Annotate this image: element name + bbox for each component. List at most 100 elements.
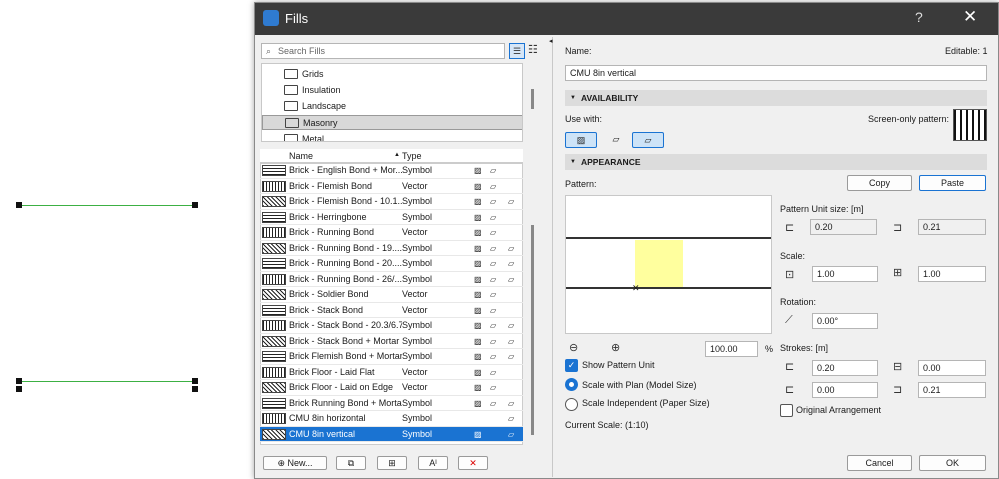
- append-icon[interactable]: ⊞: [377, 456, 407, 470]
- draft-icon: ▨: [474, 212, 482, 222]
- original-arrangement-label: Original Arrangement: [796, 405, 882, 415]
- draft-icon: ▨: [474, 274, 482, 284]
- scale-x-field[interactable]: 1.00: [812, 266, 878, 282]
- scale-indep-label: Scale Independent (Paper Size): [582, 398, 710, 408]
- original-arrangement-checkbox[interactable]: [780, 404, 793, 417]
- rotation-field[interactable]: 0.00°: [812, 313, 878, 329]
- fill-list-row[interactable]: Brick - Running Bond - 26/... Symbol ▨ ▱ ▱: [260, 272, 523, 287]
- list-view-icon[interactable]: ☷: [528, 43, 538, 56]
- unit-width-field[interactable]: 0.20: [810, 219, 877, 235]
- cut-icon: ▱: [490, 243, 497, 253]
- cover-icon: ▱: [508, 243, 515, 253]
- search-input[interactable]: ⌕ Search Fills: [261, 43, 505, 59]
- plan-line-top[interactable]: [19, 205, 195, 206]
- search-icon: ⌕: [266, 46, 272, 56]
- fill-list-row[interactable]: Brick - Soldier Bond Vector ▨ ▱: [260, 287, 523, 303]
- draft-icon: ▨: [474, 197, 482, 206]
- help-button[interactable]: ?: [915, 9, 923, 25]
- fill-list-row[interactable]: Brick - English Bond + Mor... Symbol ▨ ▱: [260, 163, 523, 179]
- plan-handle[interactable]: [192, 202, 198, 208]
- plan-handle[interactable]: [192, 378, 198, 384]
- tree-view-icon[interactable]: ☰: [509, 43, 525, 59]
- show-unit-checkbox[interactable]: ✓: [565, 359, 578, 372]
- zoom-field[interactable]: 100.00: [705, 341, 758, 357]
- col-type[interactable]: Type: [402, 151, 422, 161]
- stroke-3-icon: ⊏: [785, 384, 795, 396]
- plan-handle[interactable]: [16, 386, 22, 392]
- plan-handle[interactable]: [16, 202, 22, 208]
- fill-type: Vector: [402, 304, 428, 315]
- folder-scrollbar[interactable]: [531, 89, 534, 109]
- folder-item[interactable]: Grids: [262, 67, 522, 82]
- fill-list-row[interactable]: Brick - Running Bond Vector ▨ ▱: [260, 225, 523, 241]
- cancel-button[interactable]: Cancel: [847, 455, 912, 471]
- plan-line-bottom[interactable]: [19, 381, 195, 382]
- folder-item[interactable]: Insulation: [262, 83, 522, 98]
- scale-indep-radio[interactable]: [565, 398, 578, 411]
- plan-handle[interactable]: [192, 386, 198, 392]
- cut-fill-toggle[interactable]: ▱: [600, 132, 632, 148]
- delete-icon[interactable]: ✕: [458, 456, 488, 470]
- fill-list-row[interactable]: Brick - Running Bond - 20.... Symbol ▨ ▱ ▱: [260, 256, 523, 272]
- rename-icon[interactable]: Aᴵ: [418, 456, 448, 470]
- pattern-preview[interactable]: ✕: [565, 195, 772, 334]
- collapse-icon[interactable]: ◂: [549, 37, 553, 45]
- stroke-4-field[interactable]: 0.21: [918, 382, 986, 398]
- stroke-2-field[interactable]: 0.00: [918, 360, 986, 376]
- title-bar: Fills ? ✕: [255, 3, 998, 35]
- fill-name: Brick - Stack Bond + Mortar: [289, 335, 400, 346]
- draft-icon: ▨: [474, 352, 482, 361]
- fill-list-row[interactable]: CMU 8in horizontal Symbol ▱: [260, 411, 523, 427]
- fill-list-row[interactable]: Brick - Running Bond - 19.... Symbol ▨ ▱ ▱: [260, 241, 523, 256]
- draft-icon: ▨: [474, 383, 482, 392]
- availability-header[interactable]: AVAILABILITY: [565, 90, 987, 106]
- fill-list-row[interactable]: Brick - Herringbone Symbol ▨ ▱: [260, 210, 523, 225]
- close-button[interactable]: ✕: [963, 7, 977, 27]
- screen-only-pattern-icon[interactable]: [953, 109, 987, 141]
- fill-name: Brick Flemish Bond + Mortar: [289, 351, 402, 361]
- list-scrollbar[interactable]: [531, 225, 534, 435]
- fill-list-row[interactable]: Brick Flemish Bond + Mortar Symbol ▨ ▱ ▱: [260, 349, 523, 365]
- scale-plan-radio[interactable]: [565, 378, 578, 391]
- folder-item-selected[interactable]: Masonry: [262, 115, 522, 130]
- folder-item[interactable]: Landscape: [262, 99, 522, 114]
- fill-list-row[interactable]: Brick - Flemish Bond Vector ▨ ▱: [260, 179, 523, 194]
- fill-list-row[interactable]: Brick - Stack Bond - 20.3/6.76 Symbol ▨ ▱ ▱: [260, 318, 523, 334]
- draft-icon: ▨: [474, 243, 482, 253]
- cut-icon: ▱: [490, 290, 497, 299]
- duplicate-icon[interactable]: ⧉: [336, 456, 366, 470]
- cut-icon: ▱: [490, 228, 497, 237]
- zoom-out-icon[interactable]: ⊖: [569, 341, 578, 354]
- fill-list-row[interactable]: CMU 8in vertical Symbol ▨ ▱: [260, 426, 523, 442]
- fill-list-row[interactable]: Brick - Stack Bond Vector ▨ ▱: [260, 303, 523, 318]
- paste-button[interactable]: Paste: [919, 175, 986, 191]
- folder-item[interactable]: Metal: [262, 132, 522, 141]
- fill-name: Brick - Herringbone: [289, 211, 367, 222]
- fill-list-row[interactable]: Brick - Flemish Bond - 10.1... Symbol ▨ ▱ ▱: [260, 194, 523, 210]
- origin-marker[interactable]: ✕: [632, 283, 640, 294]
- fill-list-row[interactable]: Brick Running Bond + Mortar Symbol ▨ ▱ ▱: [260, 396, 523, 411]
- stroke-1-field[interactable]: 0.20: [812, 360, 878, 376]
- copy-button[interactable]: Copy: [847, 175, 912, 191]
- ok-button[interactable]: OK: [919, 455, 986, 471]
- stroke-1-icon: ⊏: [785, 361, 795, 373]
- cover-fill-toggle[interactable]: ▱: [632, 132, 664, 148]
- appearance-header[interactable]: APPEARANCE: [565, 154, 987, 170]
- unit-height-field[interactable]: 0.21: [918, 219, 986, 235]
- fill-list-row[interactable]: Brick Floor - Laid Flat Vector ▨ ▱: [260, 365, 523, 380]
- plan-handle[interactable]: [16, 378, 22, 384]
- fill-name: Brick - Flemish Bond - 10.1...: [289, 196, 402, 206]
- stroke-3-field[interactable]: 0.00: [812, 382, 878, 398]
- scale-y-field[interactable]: 1.00: [918, 266, 986, 282]
- draft-fill-toggle[interactable]: ▨: [565, 132, 597, 148]
- fill-name: Brick - English Bond + Mor...: [289, 165, 402, 175]
- col-name[interactable]: Name: [289, 151, 313, 161]
- name-field[interactable]: CMU 8in vertical: [565, 65, 987, 81]
- fill-list-row[interactable]: Brick - Stack Bond + Mortar Symbol ▨ ▱ ▱: [260, 334, 523, 349]
- new-button[interactable]: ⊕ New...: [263, 456, 327, 470]
- zoom-in-icon[interactable]: ⊕: [611, 341, 620, 354]
- cover-icon: ▱: [508, 197, 515, 206]
- fill-type: Symbol: [402, 428, 433, 439]
- fill-list-row[interactable]: Brick Floor - Laid on Edge Vector ▨ ▱: [260, 380, 523, 396]
- splitter[interactable]: [552, 37, 553, 477]
